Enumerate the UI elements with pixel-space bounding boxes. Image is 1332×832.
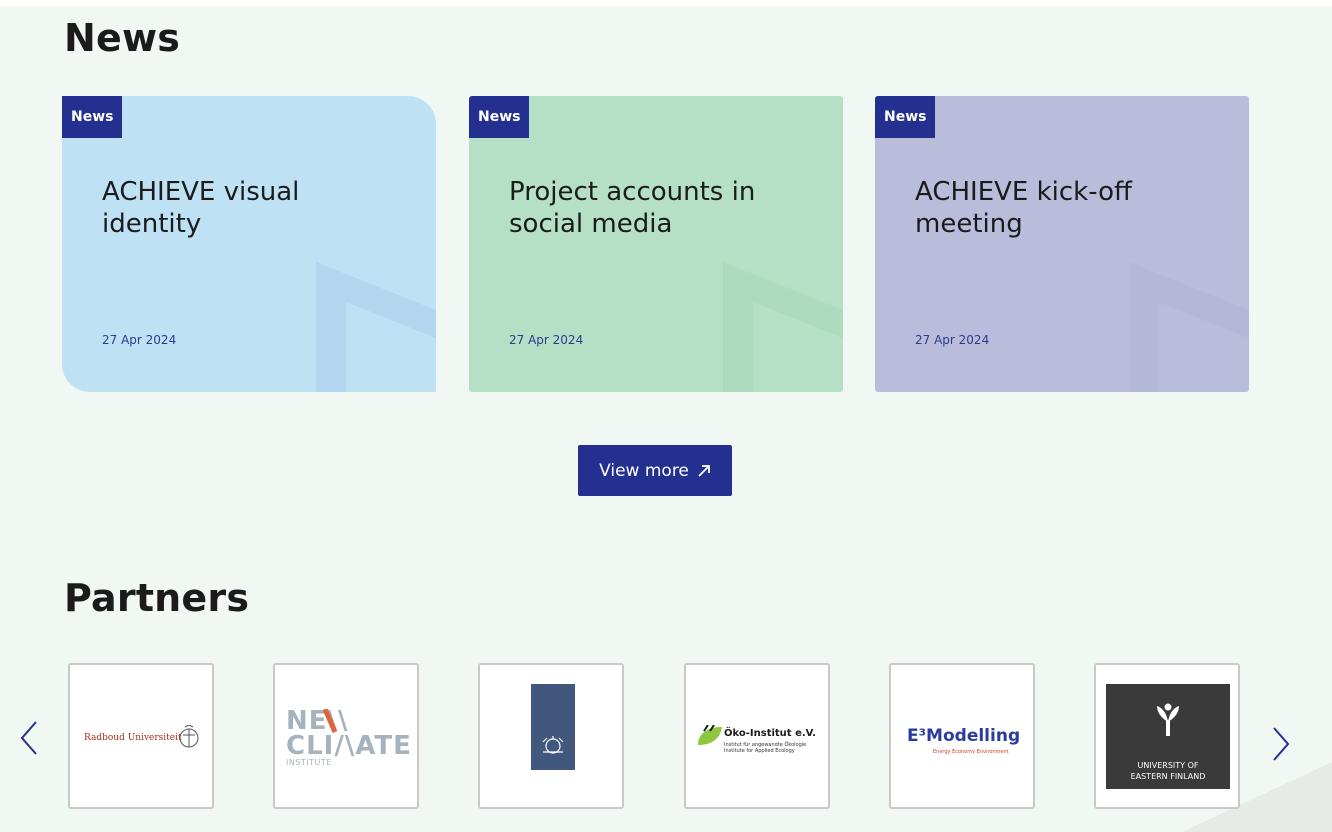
partner-logo-radboud[interactable]: Radboud Universiteit: [68, 663, 214, 809]
oko-wordmark: Öko-Institut e.V.: [724, 728, 816, 739]
partner-logo-newclimate[interactable]: NE\\ CLI/\ATE INSTITUTE: [273, 663, 419, 809]
news-card-title: ACHIEVE kick-off meeting: [915, 177, 1132, 239]
uef-emblem-icon: [1157, 703, 1179, 736]
uef-wordmark: UNIVERSITY OF EASTERN FINLAND: [1106, 760, 1230, 782]
news-card[interactable]: News ACHIEVE visual identity 27 Apr 2024: [62, 96, 436, 392]
uef-line1: UNIVERSITY OF: [1137, 761, 1199, 770]
page: News News ACHIEVE visual identity 27 Apr…: [0, 0, 1332, 832]
news-card-date: 27 Apr 2024: [102, 333, 177, 347]
news-card-date: 27 Apr 2024: [915, 333, 990, 347]
news-badge: News: [62, 96, 123, 138]
rijksoverheid-emblem-icon: [531, 684, 575, 770]
crest-icon: [179, 725, 199, 748]
view-more-button[interactable]: View more: [578, 445, 732, 496]
view-more-label: View more: [599, 460, 689, 481]
carousel-prev-button[interactable]: [14, 716, 44, 766]
news-heading: News: [64, 16, 181, 60]
news-badge: News: [875, 96, 936, 138]
uef-logo-panel: UNIVERSITY OF EASTERN FINLAND: [1106, 684, 1230, 789]
arrow-up-right-icon: [698, 464, 710, 477]
uef-line2: EASTERN FINLAND: [1130, 772, 1206, 781]
newclimate-accent-icon: [322, 709, 338, 733]
chevron-left-icon: [20, 721, 37, 755]
watermark-icon: [723, 262, 843, 392]
partner-logo-rijksoverheid[interactable]: [478, 663, 624, 809]
news-card-title: Project accounts in social media: [509, 177, 756, 239]
newclimate-sub: INSTITUTE: [286, 758, 332, 767]
news-card-date: 27 Apr 2024: [509, 333, 584, 347]
radboud-wordmark: Radboud Universiteit: [84, 733, 182, 743]
news-card[interactable]: News ACHIEVE kick-off meeting 27 Apr 202…: [875, 96, 1249, 392]
news-badge: News: [469, 96, 530, 138]
partner-logo-oko-institut[interactable]: Öko-Institut e.V. Institut für angewandt…: [684, 663, 830, 809]
carousel-next-button[interactable]: [1266, 716, 1296, 766]
news-card[interactable]: News Project accounts in social media 27…: [469, 96, 843, 392]
e3modelling-wordmark: E³Modelling: [907, 726, 1021, 746]
partner-logo-e3modelling[interactable]: E³Modelling Energy Economy Environment: [889, 663, 1035, 809]
news-card-title: ACHIEVE visual identity: [102, 177, 300, 239]
oko-sub: Institut für angewandte Ökologie Institu…: [724, 742, 807, 754]
partners-heading: Partners: [64, 576, 250, 620]
partner-logo-uef[interactable]: UNIVERSITY OF EASTERN FINLAND: [1094, 663, 1240, 809]
top-strip: [0, 0, 1332, 6]
chevron-right-icon: [1273, 727, 1290, 761]
oko-leaf-icon: [698, 725, 722, 745]
e3modelling-sub: Energy Economy Environment: [933, 749, 1009, 755]
watermark-icon: [1129, 262, 1249, 392]
watermark-icon: [316, 262, 436, 392]
